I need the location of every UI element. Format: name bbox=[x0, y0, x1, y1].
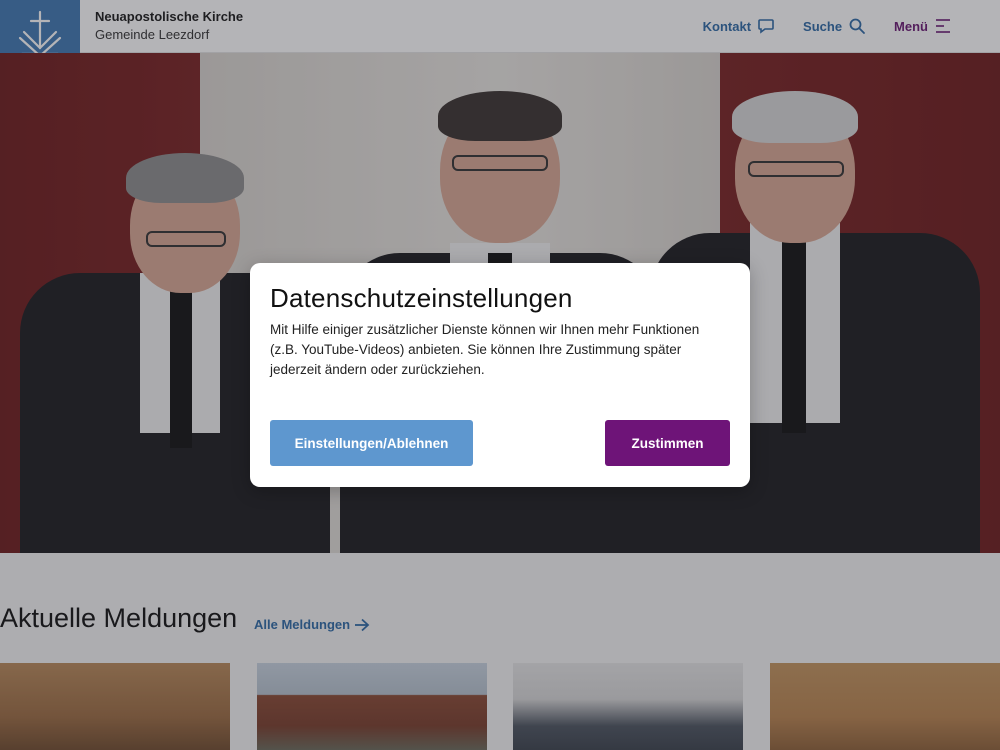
privacy-settings-dialog: Datenschutzeinstellungen Mit Hilfe einig… bbox=[250, 263, 750, 487]
settings-reject-button[interactable]: Einstellungen/Ablehnen bbox=[270, 420, 473, 466]
accept-button[interactable]: Zustimmen bbox=[605, 420, 730, 466]
dialog-description: Mit Hilfe einiger zusätzlicher Dienste k… bbox=[270, 322, 700, 377]
dialog-title: Datenschutzeinstellungen bbox=[270, 283, 573, 313]
